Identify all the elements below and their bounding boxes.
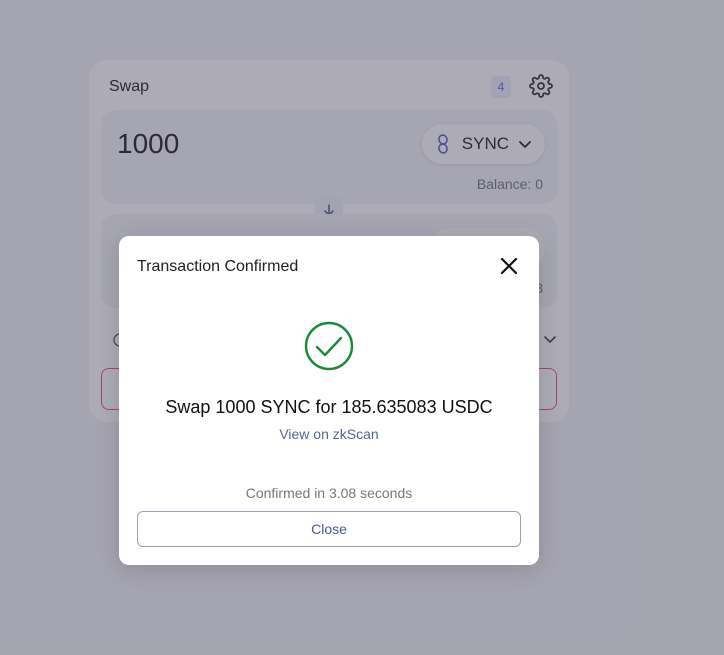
close-button[interactable]: Close xyxy=(137,511,521,547)
close-icon[interactable] xyxy=(499,256,519,276)
modal-title: Transaction Confirmed xyxy=(137,258,299,275)
view-on-zkscan-link[interactable]: View on zkScan xyxy=(119,426,539,442)
swap-summary: Swap 1000 SYNC for 185.635083 USDC xyxy=(165,397,493,417)
check-circle-icon xyxy=(304,321,354,371)
confirmation-time: Confirmed in 3.08 seconds xyxy=(245,485,413,501)
transaction-confirmed-modal: Transaction Confirmed Swap 1000 SYNC for… xyxy=(119,236,539,565)
